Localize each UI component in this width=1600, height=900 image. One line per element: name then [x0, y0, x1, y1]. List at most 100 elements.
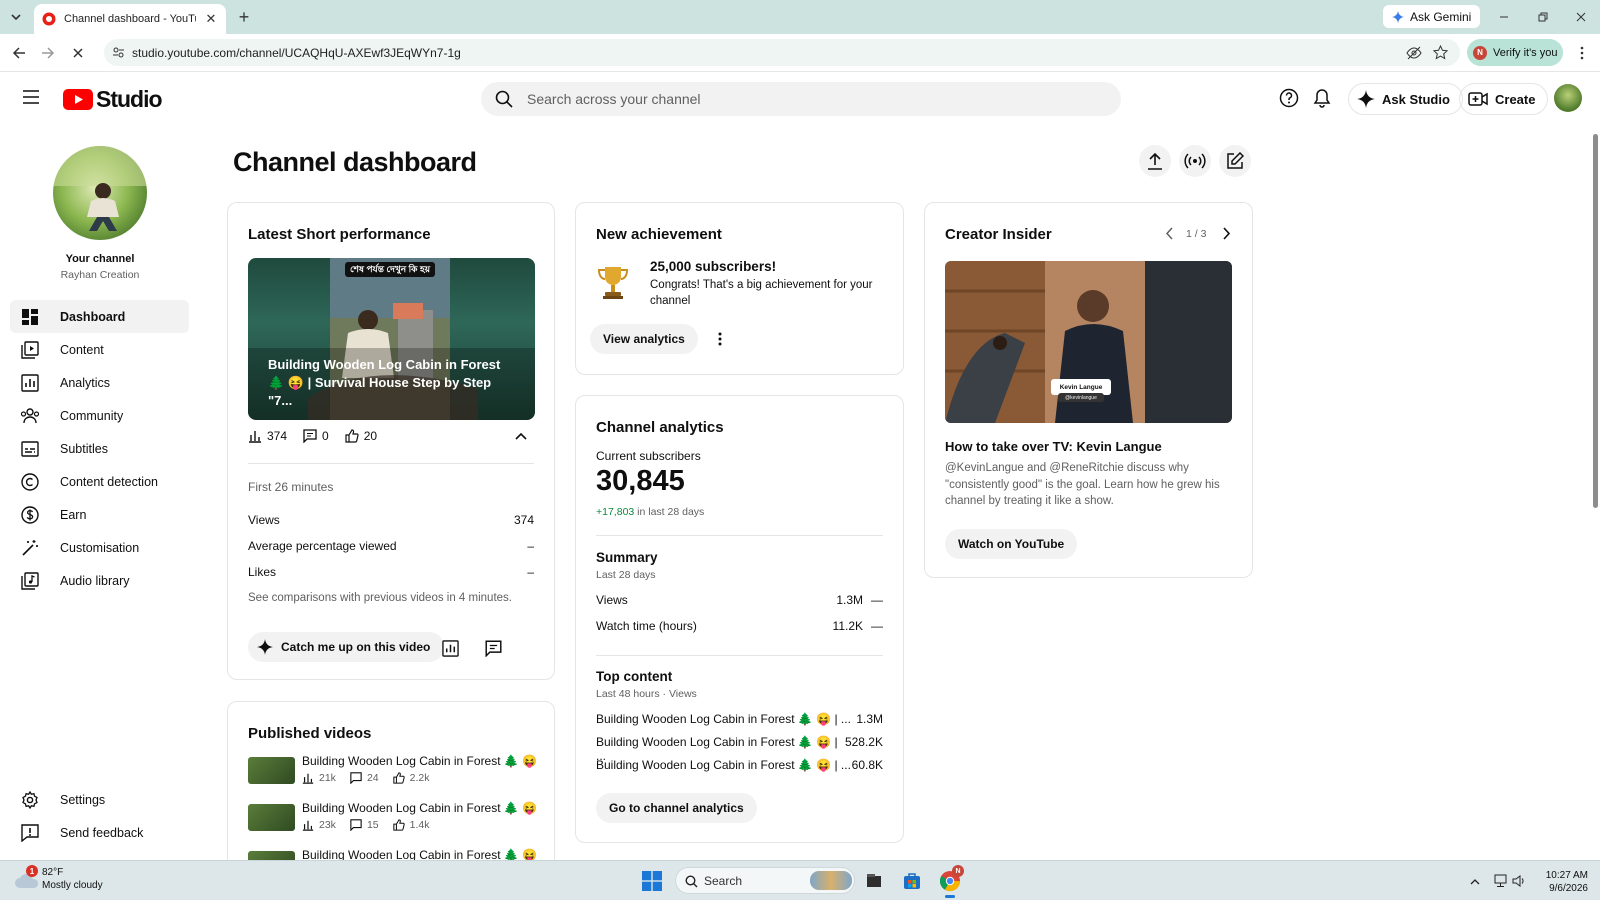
divider [596, 655, 883, 656]
bar-chart-icon [302, 773, 314, 784]
insider-video-title[interactable]: How to take over TV: Kevin Langue [945, 439, 1162, 454]
create-button[interactable]: Create [1459, 83, 1549, 115]
channel-avatar[interactable] [53, 146, 147, 240]
youtube-logo-icon [63, 89, 93, 110]
catch-me-up-button[interactable]: Catch me up on this video [248, 632, 445, 662]
sidebar-item-label: Customisation [60, 540, 140, 555]
video-stats: 21k 24 2.2k [302, 772, 429, 784]
go-to-channel-analytics-button[interactable]: Go to channel analytics [596, 793, 757, 823]
chrome-taskbar-button[interactable]: N [938, 865, 964, 898]
show-hidden-icons-button[interactable] [1463, 869, 1487, 893]
menu-button[interactable] [22, 89, 40, 105]
bookmark-star-icon[interactable] [1433, 45, 1448, 60]
chevron-up-icon [515, 432, 527, 440]
notifications-button[interactable] [1313, 88, 1331, 108]
watch-on-youtube-button[interactable]: Watch on YouTube [945, 529, 1078, 559]
insider-prev-button[interactable] [1165, 227, 1174, 240]
cloud-icon: 1 [14, 865, 40, 890]
close-window-button[interactable] [1571, 7, 1591, 27]
top-content-row[interactable]: Building Wooden Log Cabin in Forest 🌲 😝 … [596, 758, 883, 772]
tab-close-icon[interactable]: ✕ [204, 11, 218, 26]
sidebar-item-community[interactable]: Community [10, 399, 189, 432]
stop-loading-button[interactable] [68, 43, 88, 63]
published-video-row[interactable]: Building Wooden Log Cabin in Forest 🌲 😝 … [248, 801, 538, 844]
verify-profile-button[interactable]: N Verify it's you [1467, 39, 1563, 66]
chevron-down-icon [11, 14, 21, 21]
help-button[interactable] [1279, 88, 1299, 108]
studio-header: Studio Search across your channel Ask St… [0, 72, 1600, 126]
ask-gemini-button[interactable]: Ask Gemini [1383, 5, 1481, 28]
audio-library-icon [20, 571, 40, 591]
subscribers-delta: +17,803 in last 28 days [596, 506, 704, 518]
active-app-indicator [945, 895, 955, 898]
insider-next-button[interactable] [1222, 227, 1231, 240]
top-content-label: Building Wooden Log Cabin in Forest 🌲 😝 … [596, 712, 851, 726]
taskbar-clock[interactable]: 10:27 AM 9/6/2026 [1524, 869, 1588, 895]
view-analytics-button[interactable]: View analytics [590, 324, 698, 354]
sidebar-item-analytics[interactable]: Analytics [10, 366, 189, 399]
weather-widget[interactable]: 1 82°F Mostly cloudy [14, 865, 103, 892]
copyright-icon [20, 472, 40, 492]
card-title: Latest Short performance [248, 226, 431, 243]
gear-icon [20, 790, 40, 810]
sidebar-item-label: Audio library [60, 573, 130, 588]
sidebar-item-content-detection[interactable]: Content detection [10, 465, 189, 498]
short-video-title: Building Wooden Log Cabin in Forest 🌲 😝 … [268, 357, 501, 408]
eye-off-icon[interactable] [1406, 45, 1422, 61]
restore-button[interactable] [1533, 7, 1553, 27]
close-icon [73, 48, 83, 58]
forward-button[interactable] [38, 43, 58, 63]
short-thumbnail[interactable]: শেষ পর্যন্ত দেখুন কি হয় Building Wooden… [248, 258, 535, 420]
achievement-more-button[interactable] [710, 329, 730, 349]
summary-value: 11.2K [832, 619, 863, 633]
url-text: studio.youtube.com/channel/UCAQHqU-AXEwf… [132, 45, 461, 60]
summary-label: Views [596, 593, 628, 607]
browser-menu-button[interactable] [1572, 43, 1592, 63]
short-metric-row: Average percentage viewed – [248, 539, 534, 553]
page-scrollbar[interactable] [1591, 126, 1600, 860]
summary-row: Views 1.3M — [596, 593, 883, 607]
new-tab-button[interactable]: + [234, 7, 254, 27]
studio-logo[interactable]: Studio [63, 86, 163, 113]
sidebar-item-subtitles[interactable]: Subtitles [10, 432, 189, 465]
published-video-row[interactable]: Building Wooden Log Cabin in Forest 🌲 😝 … [248, 754, 538, 797]
sidebar-item-content[interactable]: Content [10, 333, 189, 366]
taskbar-search[interactable]: Search [675, 867, 855, 894]
sidebar-item-label: Earn [60, 507, 87, 522]
summary-period: Last 28 days [596, 569, 656, 581]
hamburger-menu-icon [23, 90, 39, 104]
short-analytics-button[interactable] [438, 636, 462, 660]
sidebar-item-customisation[interactable]: Customisation [10, 531, 189, 564]
sidebar-item-send-feedback[interactable]: Send feedback [10, 816, 189, 849]
insider-thumbnail[interactable]: Kevin Langue @kevinlangue [945, 261, 1232, 423]
search-input[interactable]: Search across your channel [481, 82, 1121, 116]
sidebar-item-earn[interactable]: Earn [10, 498, 189, 531]
sidebar-item-settings[interactable]: Settings [10, 783, 189, 816]
url-bar[interactable]: studio.youtube.com/channel/UCAQHqU-AXEwf… [104, 39, 1460, 66]
live-broadcast-icon [1184, 153, 1206, 169]
go-live-button[interactable] [1179, 145, 1211, 177]
minimize-button[interactable] [1494, 7, 1514, 27]
sidebar-item-dashboard[interactable]: Dashboard [10, 300, 189, 333]
collapse-button[interactable] [515, 432, 527, 440]
site-info-icon[interactable] [112, 46, 125, 59]
summary-trend: — [871, 619, 883, 633]
scrollbar-thumb[interactable] [1593, 134, 1598, 508]
browser-tab-active[interactable]: Channel dashboard - YouTube S ✕ [34, 4, 226, 34]
dashboard-icon [20, 307, 40, 327]
file-explorer-button[interactable] [862, 869, 886, 893]
thumbnail-name-tag-handle: @kevinlangue [1065, 394, 1097, 401]
comment-icon [350, 819, 362, 831]
store-button[interactable] [900, 869, 924, 893]
tab-search-button[interactable] [6, 7, 26, 27]
upload-video-button[interactable] [1139, 145, 1171, 177]
back-button[interactable] [9, 43, 29, 63]
ask-studio-button[interactable]: Ask Studio [1348, 83, 1463, 115]
short-comments-button[interactable] [481, 636, 505, 660]
create-post-button[interactable] [1219, 145, 1251, 177]
ask-studio-label: Ask Studio [1382, 91, 1450, 107]
account-avatar[interactable] [1554, 84, 1582, 112]
sidebar-item-audio-library[interactable]: Audio library [10, 564, 189, 597]
start-button[interactable] [640, 869, 664, 893]
top-content-row[interactable]: Building Wooden Log Cabin in Forest 🌲 😝 … [596, 712, 883, 726]
